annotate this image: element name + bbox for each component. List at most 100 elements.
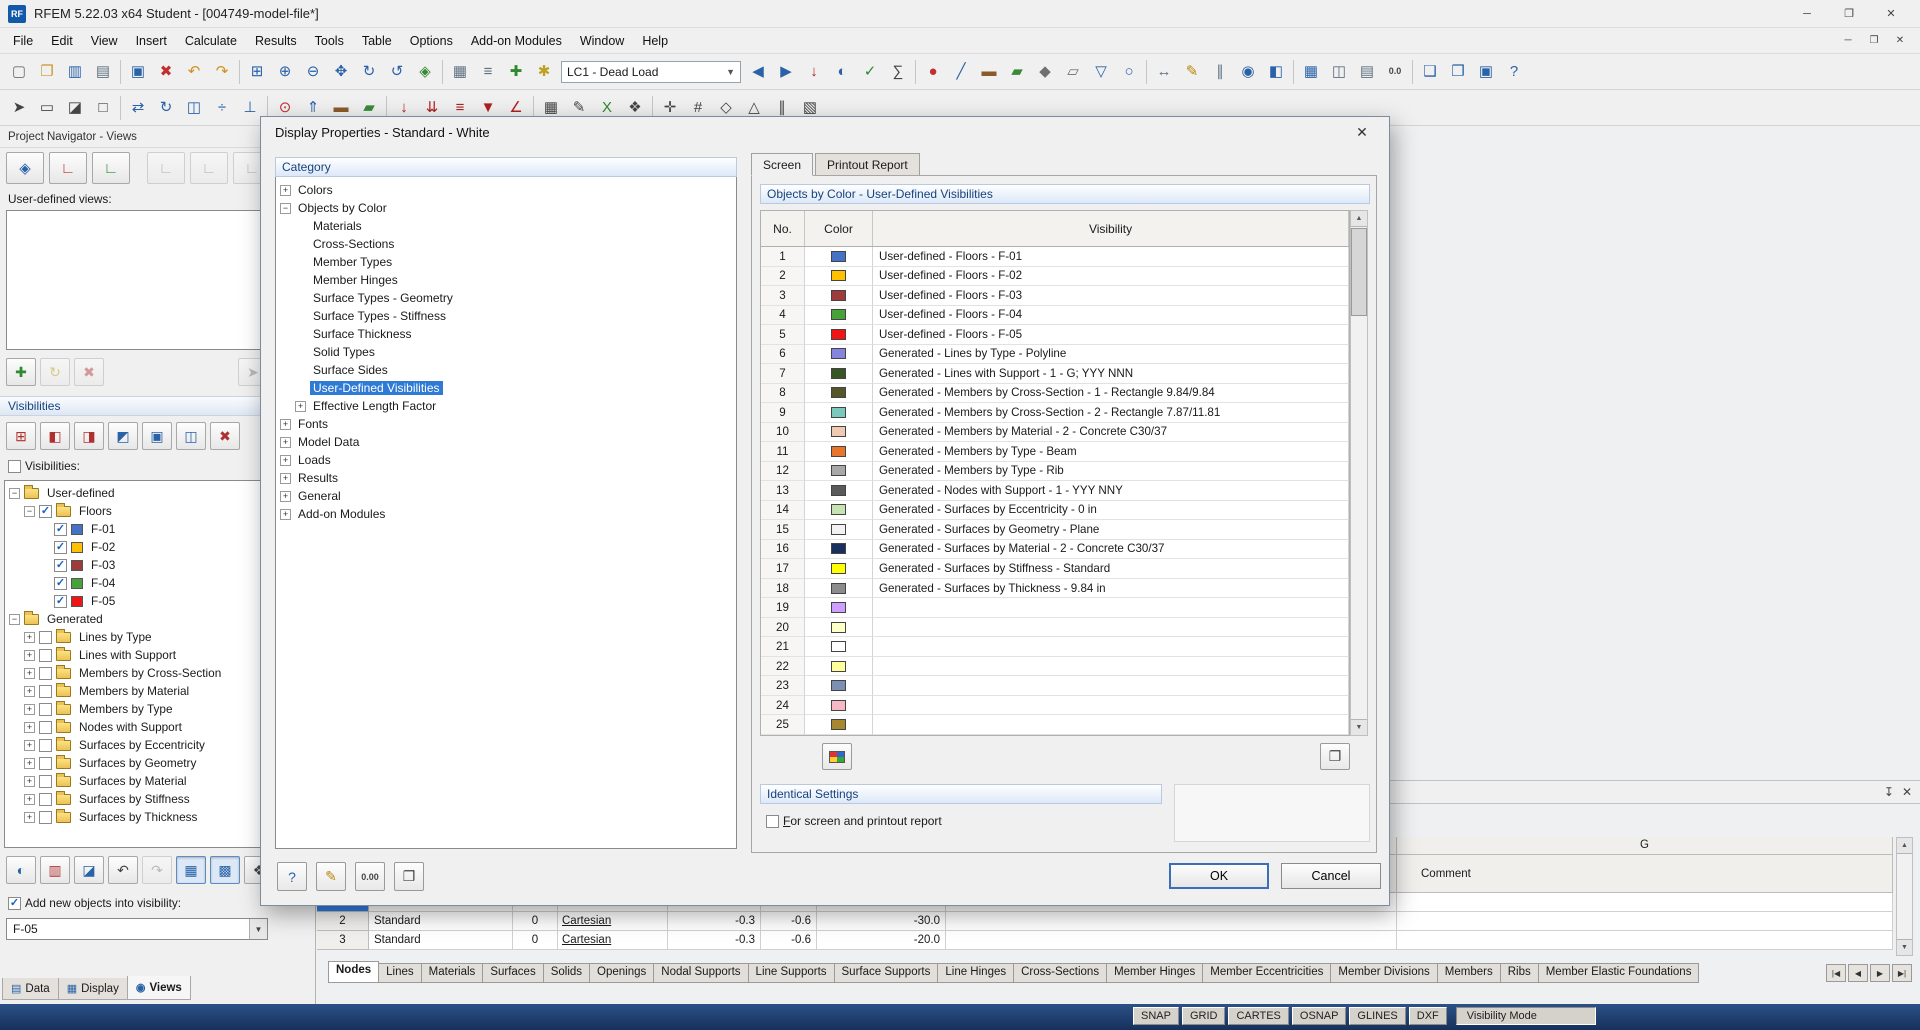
color-table-row[interactable]: 20 [761, 617, 1349, 638]
color-swatch[interactable] [831, 582, 846, 594]
checkbox[interactable] [39, 630, 52, 644]
tree-item-user-defined-visibilities[interactable]: User-Defined Visibilities [276, 379, 736, 397]
visibility-by-window[interactable]: ⊞ [6, 422, 36, 450]
clipping-plane[interactable]: ◧ [1262, 58, 1290, 86]
move-copy[interactable]: ⇄ [124, 94, 152, 122]
tree-item-surface-thickness[interactable]: Surface Thickness [276, 325, 736, 343]
visibility-by-selection[interactable]: ◧ [40, 422, 70, 450]
previous-view[interactable]: ↺ [383, 58, 411, 86]
glines-toggle[interactable]: GLINES [1349, 1007, 1406, 1025]
table-tab-member-hinges[interactable]: Member Hinges [1106, 963, 1204, 983]
ok-button[interactable]: OK [1169, 863, 1269, 889]
color-swatch[interactable] [831, 543, 846, 555]
table-tab-nodal-supports[interactable]: Nodal Supports [653, 963, 749, 983]
new-window[interactable]: ❑ [1416, 58, 1444, 86]
expand-icon[interactable]: + [280, 454, 291, 466]
expand-icon[interactable]: + [24, 631, 35, 643]
close-icon[interactable]: ✕ [1349, 124, 1375, 141]
expand-icon[interactable]: + [280, 490, 291, 502]
next-table[interactable]: ▶ [1870, 964, 1890, 982]
zoom-in[interactable]: ⊕ [271, 58, 299, 86]
new-line[interactable]: ╱ [947, 58, 975, 86]
show-results[interactable]: ◐ [828, 58, 856, 86]
color-table-row[interactable]: 17 Generated - Surfaces by Stiffness - St… [761, 559, 1349, 579]
hide-by-window[interactable]: ▥ [40, 856, 70, 884]
checkbox[interactable] [39, 756, 52, 770]
color-table-row[interactable]: 14 Generated - Surfaces by Eccentricity -… [761, 500, 1349, 521]
menu-insert[interactable]: Insert [127, 30, 176, 52]
expand-icon[interactable]: + [24, 649, 35, 661]
tab-data[interactable]: ▤ Data [2, 978, 59, 1000]
display-properties[interactable]: ▦ [446, 58, 474, 86]
collapse-icon[interactable]: − [9, 487, 20, 499]
tree-item-fonts[interactable]: + Fonts [276, 415, 736, 433]
arrange-windows[interactable]: ❒ [1444, 58, 1472, 86]
scrollbar-thumb[interactable] [1351, 228, 1367, 316]
scroll-down-icon[interactable]: ▼ [1351, 719, 1367, 735]
maximize-button[interactable]: ❐ [1828, 1, 1870, 27]
menu-view[interactable]: View [82, 30, 127, 52]
column-letter-cell[interactable]: G [1397, 837, 1893, 855]
color-table-row[interactable]: 3 User-defined - Floors - F-03 [761, 286, 1349, 306]
color-swatch[interactable] [831, 660, 846, 672]
color-swatch[interactable] [831, 309, 846, 321]
row-number-cell[interactable]: 2 [317, 912, 369, 931]
manage-configurations[interactable]: ❐ [394, 862, 424, 891]
collapse-icon[interactable]: − [280, 202, 291, 214]
tree-item-general[interactable]: + General [276, 487, 736, 505]
color-swatch[interactable] [831, 465, 846, 477]
undo[interactable]: ↶ [180, 58, 208, 86]
color-swatch[interactable] [831, 367, 846, 379]
table-cell[interactable]: Cartesian [558, 912, 668, 931]
color-table-row[interactable]: 19 [761, 598, 1349, 618]
color-table-row[interactable]: 21 [761, 637, 1349, 657]
color-table-row[interactable]: 10 Generated - Members by Material - 2 - … [761, 422, 1349, 443]
checkbox[interactable]: ✓ [54, 540, 67, 554]
table-cell[interactable]: -0.3 [668, 912, 761, 931]
previous-visibility[interactable]: ↶ [108, 856, 138, 884]
expand-icon[interactable]: + [280, 184, 291, 196]
color-table-scrollbar[interactable]: ▲ ▼ [1350, 210, 1368, 736]
rotate-view[interactable]: ↻ [355, 58, 383, 86]
isolate-selection[interactable]: ◪ [74, 856, 104, 884]
tree-item-colors[interactable]: + Colors [276, 181, 736, 199]
checkbox[interactable]: ✓ [54, 594, 67, 608]
color-table-row[interactable]: 15 Generated - Surfaces by Geometry - Pla… [761, 520, 1349, 540]
last-table[interactable]: ▶| [1892, 964, 1912, 982]
color-table-row[interactable]: 22 [761, 656, 1349, 677]
current-visibility-select[interactable]: F-05 ▼ [6, 918, 268, 940]
expand-icon[interactable]: + [24, 775, 35, 787]
checkbox[interactable]: ✓ [54, 576, 67, 590]
table-cell[interactable]: -30.0 [817, 912, 946, 931]
check-data[interactable]: ✓ [856, 58, 884, 86]
load-case-icon[interactable]: ✱ [530, 58, 558, 86]
expand-icon[interactable]: + [24, 667, 35, 679]
show-all-objects[interactable]: ▣ [142, 422, 172, 450]
menu-calculate[interactable]: Calculate [176, 30, 246, 52]
new-opening[interactable]: ▱ [1059, 58, 1087, 86]
table-tab-line-supports[interactable]: Line Supports [747, 963, 835, 983]
redo[interactable]: ↷ [208, 58, 236, 86]
tree-item-materials[interactable]: Materials [276, 217, 736, 235]
tree-item-model-data[interactable]: + Model Data [276, 433, 736, 451]
load-case-selector[interactable]: LC1 - Dead Load ▼ [561, 60, 741, 83]
scroll-up-icon[interactable]: ▲ [1351, 211, 1367, 227]
table-tab-openings[interactable]: Openings [589, 963, 655, 983]
checkbox[interactable] [39, 666, 52, 680]
regenerate-model[interactable]: ≡ [474, 58, 502, 86]
table-tab-nodes[interactable]: Nodes [328, 961, 380, 983]
color-swatch[interactable] [831, 387, 846, 399]
expand-icon[interactable]: + [280, 472, 291, 484]
table-cell[interactable] [946, 931, 1397, 950]
scroll-down-icon[interactable]: ▼ [1897, 939, 1912, 955]
checkbox[interactable] [39, 774, 52, 788]
tree-item-results[interactable]: + Results [276, 469, 736, 487]
select-visible[interactable]: ◐ [6, 856, 36, 884]
color-swatch[interactable] [831, 641, 846, 653]
table-tab-surface-supports[interactable]: Surface Supports [833, 963, 939, 983]
next-load-case[interactable]: ▶ [772, 58, 800, 86]
scroll-up-icon[interactable]: ▲ [1897, 838, 1912, 854]
delete-object[interactable]: ✖ [152, 58, 180, 86]
visibilities-checkbox[interactable] [8, 459, 21, 473]
table-cell[interactable]: -0.6 [761, 931, 817, 950]
